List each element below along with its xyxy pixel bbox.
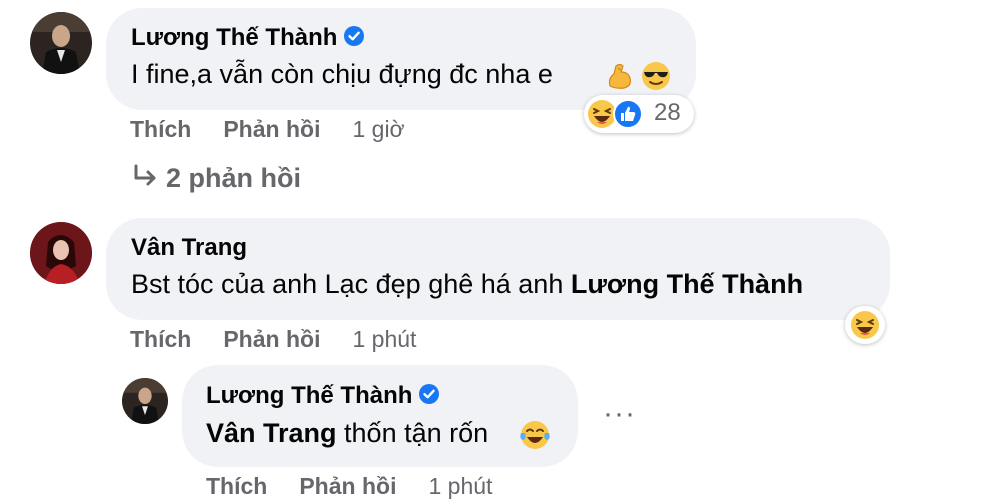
- comment-actions: Thích Phản hồi 1 phút: [130, 326, 416, 353]
- sunglasses-emoji: [642, 62, 670, 90]
- comment-actions: Thích Phản hồi 1 giờ: [130, 116, 405, 143]
- like-emoji: [613, 99, 643, 129]
- avatar[interactable]: [30, 12, 92, 74]
- view-replies-link[interactable]: 2 phản hồi: [130, 163, 301, 194]
- haha-emoji: [851, 311, 879, 339]
- like-button[interactable]: Thích: [130, 326, 191, 352]
- verified-badge-icon: [419, 384, 440, 404]
- reply-bubble: [182, 365, 578, 467]
- mention-link[interactable]: Lương Thế Thành: [571, 269, 803, 299]
- like-button[interactable]: Thích: [130, 116, 191, 142]
- reply-text: Vân Trang thốn tận rốn: [206, 418, 489, 448]
- timestamp[interactable]: 1 giờ: [352, 116, 404, 142]
- reaction-summary[interactable]: 28: [584, 95, 694, 133]
- reaction-count[interactable]: 28: [654, 99, 681, 127]
- like-button[interactable]: Thích: [206, 473, 267, 499]
- verified-badge-icon: [344, 26, 365, 46]
- comment-author[interactable]: Lương Thế Thành: [131, 24, 365, 52]
- comment-author[interactable]: Vân Trang: [131, 234, 247, 262]
- comment-text: I fine,a vẫn còn chịu đựng đc nha e: [131, 59, 553, 89]
- more-options-button[interactable]: ···: [603, 397, 636, 431]
- flexed-biceps-emoji: [608, 63, 631, 89]
- tears-of-joy-emoji: [520, 421, 550, 449]
- avatar[interactable]: [30, 222, 92, 284]
- reaction-summary[interactable]: [845, 306, 885, 344]
- author-name[interactable]: Lương Thế Thành: [206, 382, 412, 409]
- avatar[interactable]: [122, 378, 168, 424]
- mention-link[interactable]: Vân Trang: [206, 418, 337, 448]
- reply-button[interactable]: Phản hồi: [223, 116, 320, 142]
- reply-button[interactable]: Phản hồi: [299, 473, 396, 499]
- author-name[interactable]: Vân Trang: [131, 234, 247, 261]
- comment-text: Bst tóc của anh Lạc đẹp ghê há anh Lương…: [131, 269, 804, 299]
- reply-actions: Thích Phản hồi 1 phút: [206, 473, 492, 500]
- reply-author[interactable]: Lương Thế Thành: [206, 382, 440, 410]
- author-name[interactable]: Lương Thế Thành: [131, 24, 337, 51]
- timestamp[interactable]: 1 phút: [352, 326, 416, 352]
- timestamp[interactable]: 1 phút: [428, 473, 492, 499]
- reply-button[interactable]: Phản hồi: [223, 326, 320, 352]
- reply-arrow-icon: [134, 164, 156, 186]
